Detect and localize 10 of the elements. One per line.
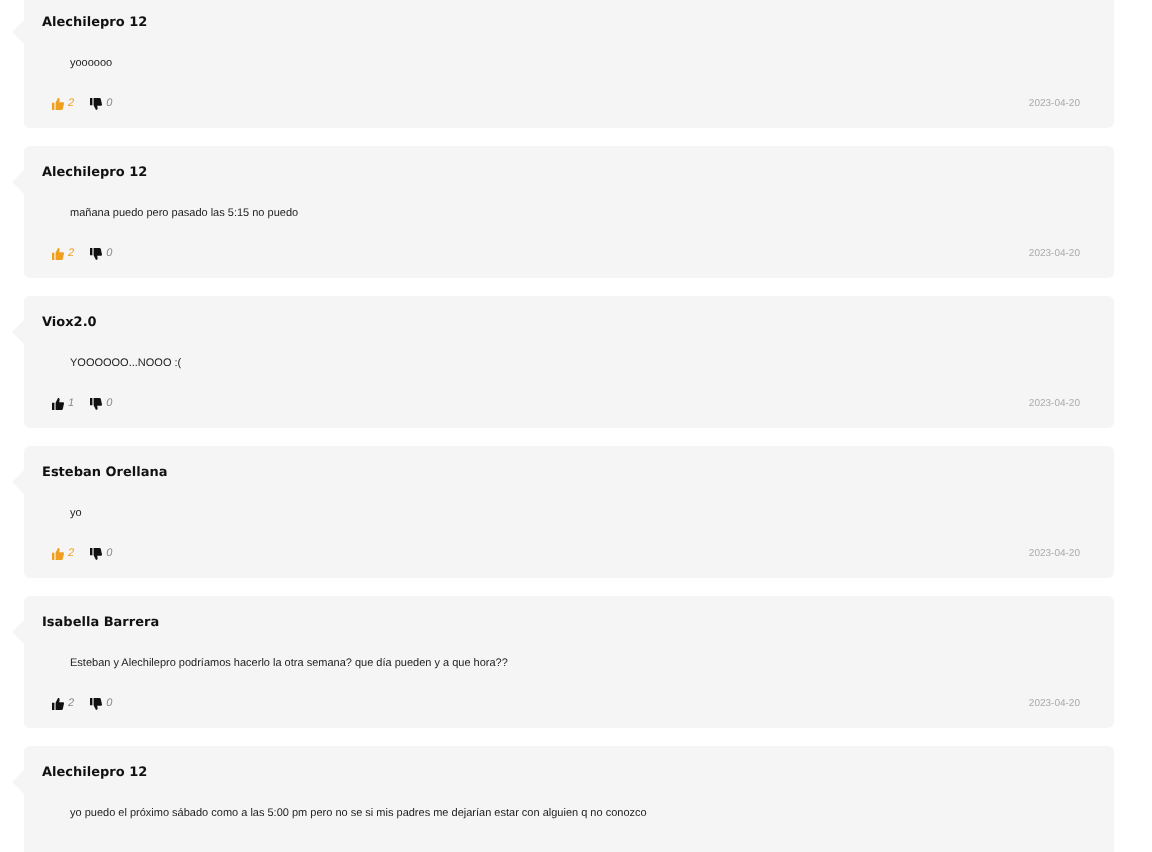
thumbs-up-icon — [52, 248, 64, 260]
thumbs-up-icon — [52, 98, 64, 110]
thumbs-down-icon — [90, 398, 103, 410]
thumbs-down-icon — [90, 248, 103, 260]
thumbs-up-icon — [52, 698, 64, 710]
thumbs-down-icon — [90, 548, 103, 560]
thumbs-down-icon — [90, 698, 103, 710]
thumbs-down-icon — [90, 98, 103, 110]
thumbs-up-icon — [52, 398, 64, 410]
thumbs-up-icon — [52, 548, 64, 560]
